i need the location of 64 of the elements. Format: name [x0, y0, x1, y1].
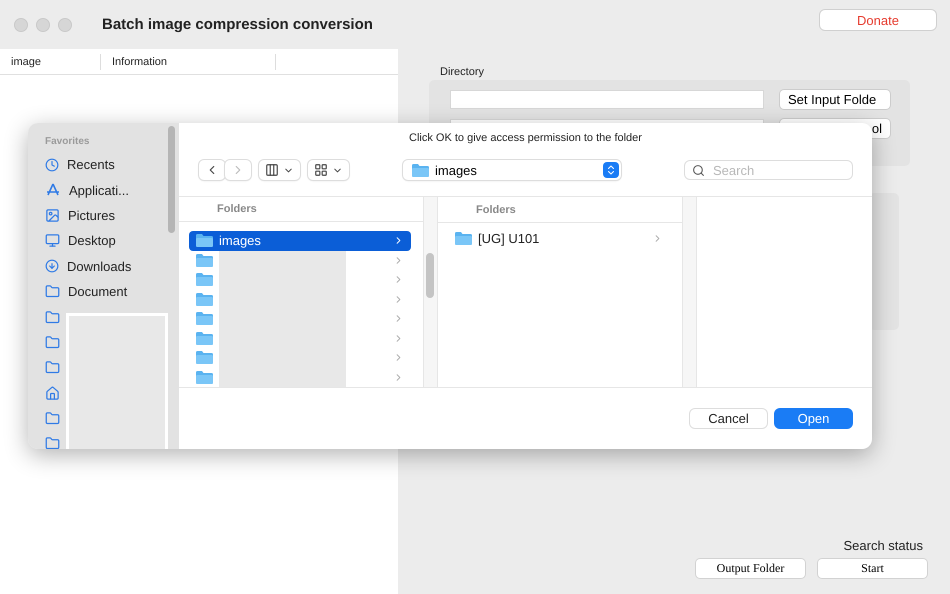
- folder-icon: [45, 284, 60, 300]
- column-view-button[interactable]: [259, 160, 300, 180]
- location-dropdown[interactable]: images: [403, 160, 621, 180]
- search-field[interactable]: Search: [685, 161, 852, 179]
- clock-icon: [45, 158, 59, 172]
- donate-button[interactable]: Donate: [820, 10, 936, 30]
- search-icon: [692, 164, 705, 176]
- folder-icon: [196, 351, 213, 364]
- search-input[interactable]: Search: [711, 162, 835, 178]
- folder-icon: [196, 234, 213, 248]
- forward-button[interactable]: [225, 160, 251, 180]
- column-heading: Folders: [179, 197, 423, 222]
- image-icon: [45, 208, 60, 223]
- folder-icon: [45, 310, 60, 325]
- column-divider-strip[interactable]: [682, 197, 697, 387]
- monitor-icon: [45, 233, 60, 248]
- folder-icon: [196, 370, 213, 384]
- column-header[interactable]: Information: [101, 54, 276, 70]
- sidebar-item[interactable]: Pictures: [68, 208, 115, 223]
- sidebar-item[interactable]: Document: [68, 284, 128, 300]
- output-folder-button[interactable]: Output Folder: [696, 559, 805, 578]
- sidebar-item[interactable]: Downloads: [67, 258, 132, 274]
- columns-icon: [265, 163, 279, 177]
- zoom-window-button[interactable]: [58, 18, 72, 32]
- dialog-message: Click OK to give access permission to the folder: [408, 132, 643, 144]
- home-icon: [45, 386, 60, 401]
- open-button[interactable]: Open: [775, 409, 852, 428]
- folder-icon: [455, 232, 472, 244]
- column-heading: Folders: [438, 197, 682, 223]
- folder-icon: [196, 332, 213, 345]
- sidebar-heading: Favorites: [45, 136, 90, 147]
- set-folder-button[interactable]: Set Input Folde: [780, 90, 890, 109]
- sidebar-item[interactable]: Recents: [67, 157, 115, 172]
- folder-icon: [45, 411, 60, 426]
- scrollbar-thumb[interactable]: [426, 253, 434, 298]
- folder-icon: [196, 254, 213, 267]
- sidebar-item[interactable]: Desktop: [68, 233, 116, 248]
- download-icon: [45, 259, 59, 274]
- folder-row[interactable]: [UG] U101: [448, 228, 670, 248]
- stepper-icon: [603, 162, 619, 178]
- start-button[interactable]: Start: [818, 559, 927, 578]
- grid-icon: [314, 163, 328, 177]
- folder-icon: [196, 312, 213, 326]
- column-header[interactable]: image: [0, 54, 101, 70]
- folder-icon: [196, 292, 213, 306]
- folder-icon: [45, 334, 60, 350]
- folder-icon: [45, 360, 60, 376]
- applications-icon: [45, 182, 61, 198]
- folder-icon: [196, 273, 213, 286]
- folder-icon: [45, 436, 60, 449]
- folder-icon: [412, 164, 429, 176]
- back-button[interactable]: [199, 160, 225, 180]
- folder-path-field[interactable]: [450, 90, 764, 109]
- group-view-button[interactable]: [308, 160, 349, 180]
- search-status-label: Search status: [844, 538, 923, 553]
- directory-label: Directory: [440, 66, 486, 78]
- cancel-button[interactable]: Cancel: [690, 409, 767, 428]
- close-window-button[interactable]: [14, 18, 28, 32]
- sidebar-item[interactable]: Applicati...: [69, 182, 129, 198]
- window-title: Batch image compression conversion: [102, 16, 373, 33]
- scrollbar-thumb[interactable]: [168, 126, 175, 233]
- minimize-window-button[interactable]: [36, 18, 50, 32]
- folder-row[interactable]: images: [189, 231, 411, 251]
- column-divider-strip[interactable]: [423, 197, 438, 387]
